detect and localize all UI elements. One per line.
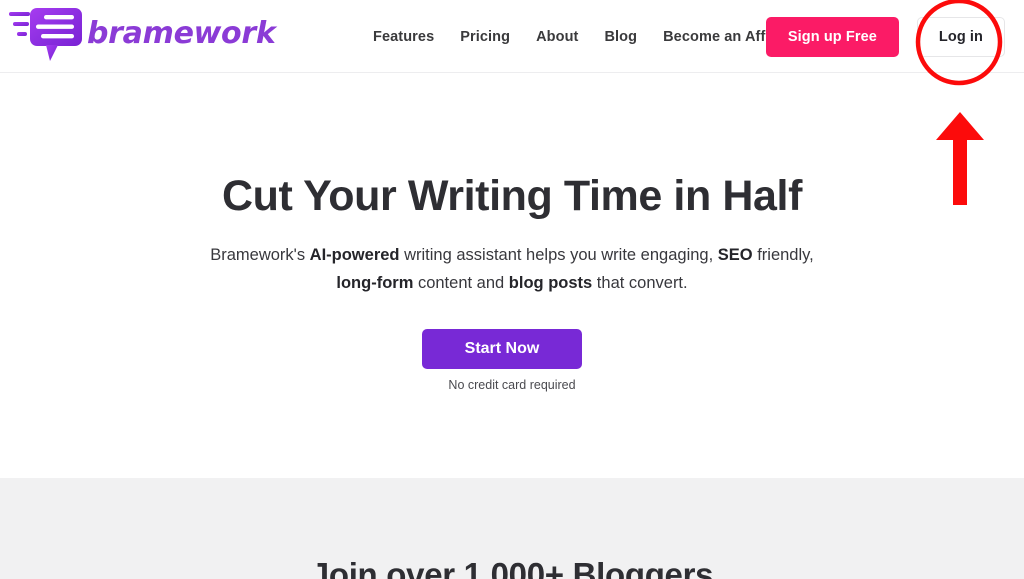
site-header: bramework Features Pricing About Blog Be… (0, 0, 1024, 73)
hero-headline: Cut Your Writing Time in Half (221, 172, 803, 220)
start-now-button[interactable]: Start Now (422, 329, 582, 369)
speech-bubble-logo-icon (9, 8, 82, 61)
social-proof-section: Join over 1,000+ Bloggers (0, 478, 1024, 579)
header-actions: Sign up Free Log in (765, 0, 1005, 73)
brand-wordmark: bramework (87, 16, 276, 51)
hero-subheadline: Bramework's AI-powered writing assistant… (210, 246, 814, 292)
nav-item-features[interactable]: Features (360, 23, 447, 51)
log-in-button[interactable]: Log in (916, 16, 1005, 57)
social-proof-heading: Join over 1,000+ Bloggers (310, 556, 714, 579)
sign-up-free-button[interactable]: Sign up Free (765, 16, 899, 57)
brand-logo-link[interactable]: bramework (8, 3, 276, 65)
hero-section: Cut Your Writing Time in Half Bramework'… (0, 73, 1024, 478)
primary-navigation: Features Pricing About Blog Become an Af… (360, 0, 812, 73)
nav-item-blog[interactable]: Blog (591, 23, 650, 51)
nav-item-about[interactable]: About (523, 23, 591, 51)
nav-item-pricing[interactable]: Pricing (447, 23, 523, 51)
no-credit-card-note: No credit card required (448, 378, 576, 392)
page-root: bramework Features Pricing About Blog Be… (0, 0, 1024, 579)
